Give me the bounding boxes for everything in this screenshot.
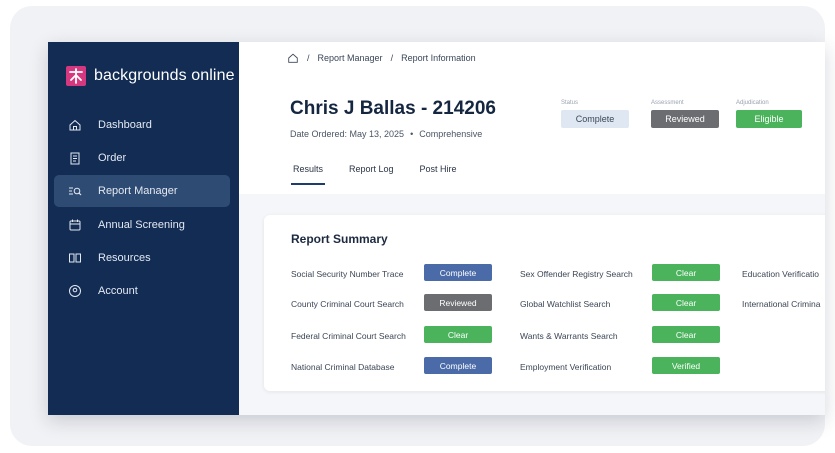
sidebar-item-annual-screening[interactable]: Annual Screening xyxy=(54,209,230,241)
sidebar: backgrounds online Dashboard Order Repor… xyxy=(48,42,239,415)
assessment-block: Assessment Reviewed xyxy=(651,100,719,128)
sidebar-item-label: Order xyxy=(98,152,127,164)
tab-results[interactable]: Results xyxy=(290,164,326,185)
breadcrumb-separator: / xyxy=(390,53,394,63)
search-label: Employment Verification xyxy=(520,362,612,372)
package-name: Comprehensive xyxy=(419,129,483,139)
search-list-icon xyxy=(69,187,82,196)
report-summary-card: Report Summary Social Security Number Tr… xyxy=(264,215,825,391)
subline-separator: • xyxy=(410,129,414,139)
search-status-badge[interactable]: Complete xyxy=(424,264,492,281)
breadcrumb-report-information: Report Information xyxy=(401,53,476,63)
brand-logo-icon xyxy=(66,66,86,86)
search-status-badge[interactable]: Reviewed xyxy=(424,294,492,311)
search-status-badge[interactable]: Clear xyxy=(652,294,720,311)
sidebar-item-label: Account xyxy=(98,285,138,297)
search-status-badge[interactable]: Clear xyxy=(652,326,720,343)
sidebar-item-label: Annual Screening xyxy=(98,219,185,231)
report-header: / Report Manager / Report Information Ch… xyxy=(239,42,825,194)
search-label: County Criminal Court Search xyxy=(291,299,404,309)
breadcrumb-report-manager[interactable]: Report Manager xyxy=(318,53,383,63)
adjudication-label: Adjudication xyxy=(736,100,769,106)
sidebar-item-report-manager[interactable]: Report Manager xyxy=(54,175,230,207)
brand-name: backgrounds online xyxy=(94,67,235,84)
search-label: Social Security Number Trace xyxy=(291,269,404,279)
assessment-label: Assessment xyxy=(651,100,684,106)
sidebar-item-label: Dashboard xyxy=(98,119,152,131)
search-label: Federal Criminal Court Search xyxy=(291,331,406,341)
breadcrumb: / Report Manager / Report Information xyxy=(287,52,476,64)
adjudication-block: Adjudication Eligible xyxy=(736,100,802,128)
sidebar-item-label: Report Manager xyxy=(98,185,178,197)
status-label: Status xyxy=(561,100,579,106)
tab-report-log[interactable]: Report Log xyxy=(349,164,394,185)
page-title: Chris J Ballas - 214206 xyxy=(290,98,496,119)
home-icon[interactable] xyxy=(287,52,299,64)
book-icon xyxy=(69,253,81,263)
search-label: Sex Offender Registry Search xyxy=(520,269,633,279)
date-ordered: Date Ordered: May 13, 2025 xyxy=(290,129,405,139)
tab-post-hire[interactable]: Post Hire xyxy=(420,164,457,185)
search-label: National Criminal Database xyxy=(291,362,395,372)
app-window: backgrounds online Dashboard Order Repor… xyxy=(48,42,825,415)
sidebar-item-order[interactable]: Order xyxy=(54,142,230,174)
search-status-badge[interactable]: Clear xyxy=(424,326,492,343)
search-label: Wants & Warrants Search xyxy=(520,331,618,341)
breadcrumb-separator: / xyxy=(307,53,310,63)
search-status-badge[interactable]: Verified xyxy=(652,357,720,374)
brand[interactable]: backgrounds online xyxy=(66,66,235,86)
report-tabs: Results Report Log Post Hire xyxy=(290,164,457,185)
assessment-badge: Reviewed xyxy=(651,110,719,128)
sidebar-item-resources[interactable]: Resources xyxy=(54,242,230,274)
calendar-icon xyxy=(69,219,81,231)
sidebar-item-account[interactable]: Account xyxy=(54,275,230,307)
status-badge: Complete xyxy=(561,110,629,128)
report-subline: Date Ordered: May 13, 2025 • Comprehensi… xyxy=(290,129,482,139)
search-status-badge[interactable]: Complete xyxy=(424,357,492,374)
search-label: International Crimina xyxy=(742,299,821,309)
home-icon xyxy=(69,119,81,131)
report-summary-title: Report Summary xyxy=(291,232,388,246)
main-content: / Report Manager / Report Information Ch… xyxy=(239,42,825,415)
user-icon xyxy=(69,285,81,297)
clipboard-icon xyxy=(70,152,80,165)
search-label: Education Verificatio xyxy=(742,269,820,279)
search-status-badge[interactable]: Clear xyxy=(652,264,720,281)
status-block: Status Complete xyxy=(561,100,629,128)
search-label: Global Watchlist Search xyxy=(520,299,611,309)
adjudication-badge: Eligible xyxy=(736,110,802,128)
sidebar-item-label: Resources xyxy=(98,252,151,264)
sidebar-item-dashboard[interactable]: Dashboard xyxy=(54,109,230,141)
